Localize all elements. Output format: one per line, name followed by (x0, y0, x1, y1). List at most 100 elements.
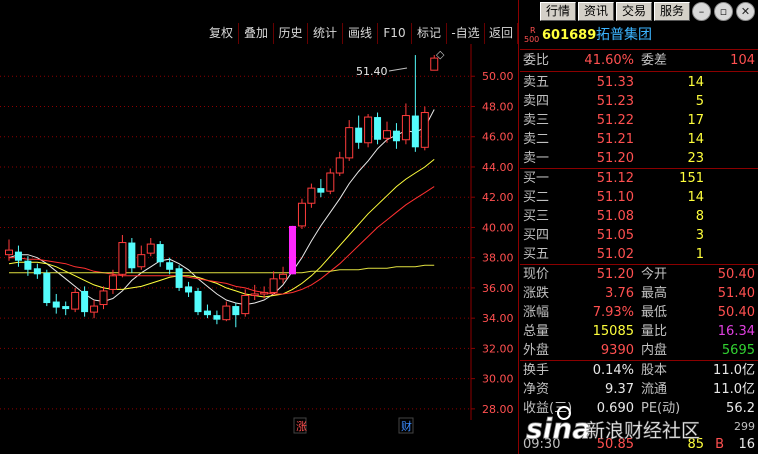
candle (33, 263, 41, 279)
fundamental-label-right: 股本 (641, 363, 668, 378)
buy-level-row[interactable]: 买五 51.02 1 (520, 246, 758, 264)
price-tick-label: 34.00 (482, 312, 514, 325)
sell-price: 51.21 (596, 132, 634, 147)
chart-gridlines (0, 75, 471, 410)
close-icon[interactable]: ✕ (736, 2, 755, 21)
stat-value: 3.76 (605, 286, 634, 301)
buy-volume: 3 (695, 228, 704, 243)
candle (401, 103, 410, 145)
candlestick-chart[interactable]: 50.00 48.00 46.00 44.00 42.00 40.00 38.00 36.00… (0, 0, 519, 454)
candle (99, 286, 108, 310)
candle-body (99, 290, 108, 306)
sell-level-row[interactable]: 卖二 51.21 14 (520, 131, 758, 149)
stat-row[interactable]: 涨跌 3.76 最高 51.40 (520, 285, 758, 303)
fundamental-label: 净资 (523, 382, 550, 397)
buy-level-row[interactable]: 买一 51.12 151 (520, 170, 758, 188)
candle-body (175, 268, 183, 288)
fundamental-row[interactable]: 净资 9.37 流通 11.0亿 (520, 381, 758, 399)
candle-body (24, 260, 32, 270)
candle (222, 301, 231, 322)
stat-value: 15085 (592, 324, 634, 339)
sell-level-row[interactable]: 卖一 51.20 23 (520, 150, 758, 168)
sell-price: 51.20 (596, 151, 634, 166)
fundamental-label: 换手 (523, 363, 550, 378)
candle-body (118, 242, 127, 275)
candle-body (250, 293, 259, 296)
buy-price: 51.10 (596, 190, 634, 205)
candle-body (364, 116, 373, 144)
sell-level-row[interactable]: 卖三 51.22 17 (520, 112, 758, 130)
fundamental-row[interactable]: 换手 0.14% 股本 11.0亿 (520, 362, 758, 380)
stat-value-right: 50.40 (717, 305, 755, 320)
separator (520, 264, 758, 265)
fundamental-label-right: 流通 (641, 382, 668, 397)
minimize-icon[interactable]: – (692, 2, 711, 21)
candle (411, 55, 419, 152)
stat-row[interactable]: 外盘 9390 内盘 5695 (520, 342, 758, 360)
stat-label: 总量 (523, 324, 550, 339)
sina-community-text: 新浪财经社区 (586, 420, 700, 442)
price-tick-label: 50.00 (482, 70, 514, 83)
price-axis: 50.00 48.00 46.00 44.00 42.00 40.00 38.00 36.00… (471, 70, 514, 416)
candle-body (307, 187, 316, 204)
stat-row[interactable]: 涨幅 7.93% 最低 50.40 (520, 304, 758, 322)
candle (175, 265, 183, 291)
candle (185, 281, 193, 297)
buy-price: 51.02 (596, 247, 634, 262)
candle (90, 300, 99, 319)
high-price-label: 51.40 (356, 65, 388, 78)
buy-level-row[interactable]: 买四 51.05 3 (520, 227, 758, 245)
top-btn-trade[interactable]: 交易 (616, 2, 652, 21)
candle (62, 301, 70, 316)
buy-volume: 14 (687, 190, 704, 205)
buy-level-label: 买三 (523, 209, 550, 224)
candle-body (81, 290, 89, 313)
stat-value-right: 16.34 (717, 324, 755, 339)
stat-label: 外盘 (523, 343, 550, 358)
stat-value-right: 50.40 (717, 267, 755, 282)
buy-level-row[interactable]: 买二 51.10 14 (520, 189, 758, 207)
sell-volume: 5 (695, 94, 704, 109)
candle-body (420, 112, 429, 148)
stock-badge-top: R (530, 26, 536, 35)
stock-name: 拓普集团 (596, 27, 652, 43)
candle (383, 121, 391, 143)
stat-value: 7.93% (592, 305, 634, 320)
price-tick-label: 28.00 (482, 403, 514, 416)
weibi-value: 41.60% (584, 53, 634, 68)
candle-body (232, 306, 240, 316)
stat-row[interactable]: 现价 51.20 今开 50.40 (520, 266, 758, 284)
candle-body (5, 249, 13, 256)
diamond-icon[interactable]: ◇ (436, 48, 445, 61)
stat-row[interactable]: 总量 15085 量比 16.34 (520, 323, 758, 341)
candle (317, 179, 325, 198)
sell-level-row[interactable]: 卖五 51.33 14 (520, 74, 758, 92)
sell-volume: 14 (687, 132, 704, 147)
buy-level-row[interactable]: 买三 51.08 8 (520, 208, 758, 226)
kline-chart-panel: 复权 叠加 历史 统计 画线 F10 标记 -自选 返回 50.00 48.00 4… (0, 0, 519, 454)
top-btn-market[interactable]: 行情 (540, 2, 576, 21)
high-label-pointer (388, 67, 408, 72)
candle-body (335, 157, 344, 174)
sell-price: 51.23 (596, 94, 634, 109)
price-tick-label: 38.00 (482, 252, 514, 265)
top-btn-service[interactable]: 服务 (654, 2, 690, 21)
candle-body (166, 262, 174, 270)
candle (194, 287, 202, 316)
restore-icon[interactable]: ▫ (714, 2, 733, 21)
candle (232, 303, 240, 328)
candle-body (260, 291, 269, 295)
stat-value: 51.20 (596, 267, 634, 282)
candle (345, 120, 354, 161)
sell-level-label: 卖一 (523, 151, 550, 166)
sell-level-row[interactable]: 卖四 51.23 5 (520, 93, 758, 111)
separator (520, 49, 758, 50)
stat-label-right: 最高 (641, 286, 668, 301)
top-btn-news[interactable]: 资讯 (578, 2, 614, 21)
candle-body (108, 275, 117, 290)
stock-badge-bottom: 500 (524, 35, 540, 44)
stat-label: 现价 (523, 267, 550, 282)
candle (420, 106, 429, 151)
candle-body (213, 315, 221, 320)
candle-body (401, 115, 410, 141)
